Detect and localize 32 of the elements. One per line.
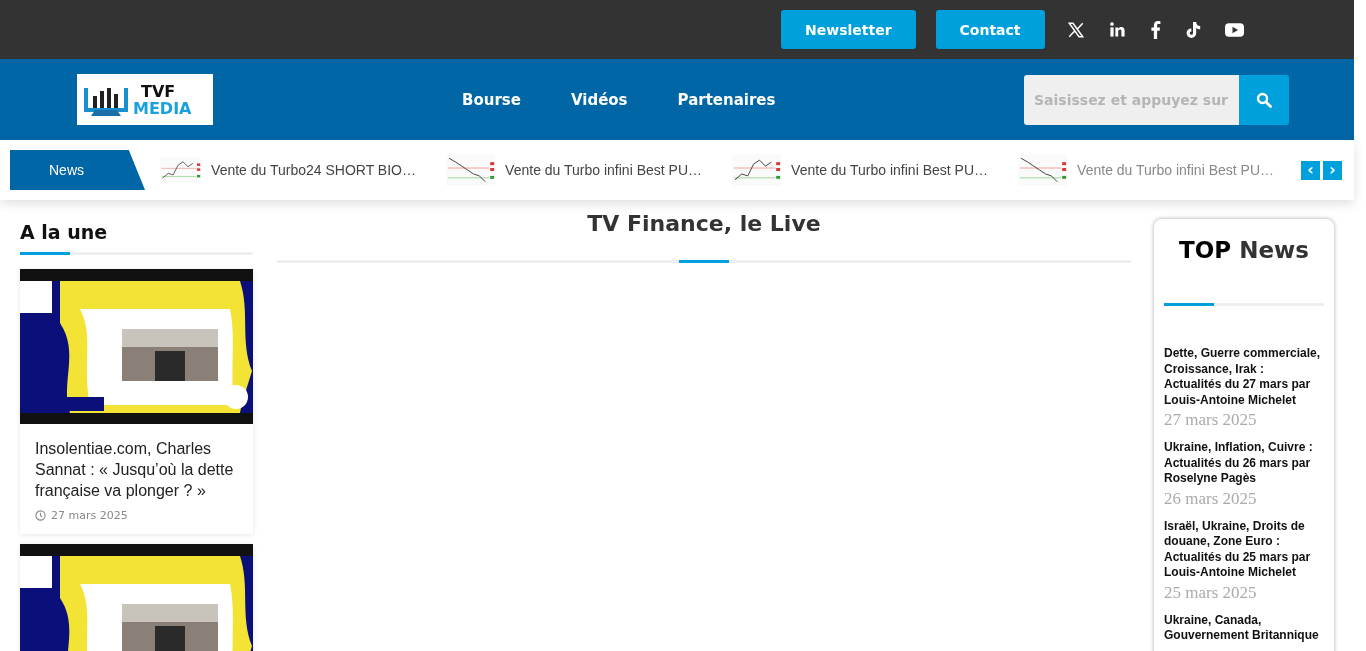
play-icon[interactable]	[1224, 22, 1244, 37]
linkedin-icon[interactable]	[1108, 21, 1126, 38]
news-link[interactable]: Dette, Guerre commerciale, Croissance, Irak : Actualités du 27 mars par Louis-Antoine Michelet	[1164, 346, 1324, 408]
nav-link[interactable]: Vidéos	[570, 90, 628, 109]
logo[interactable]: TVF MEDIA	[77, 74, 213, 125]
logo-text: MEDIA	[133, 99, 192, 117]
article-title[interactable]: Insolentiae.com, Charles Sannat : « Jusqu’où la dette française va plonger ? »	[20, 424, 253, 501]
page-title: TV Finance, le Live	[586, 210, 822, 238]
ticker-link[interactable]: Vente du Turbo24 SHORT BIO…	[211, 162, 416, 178]
section-title: A la une	[20, 220, 109, 245]
news-date: 27 mars 2025	[1164, 410, 1258, 430]
music-note-icon[interactable]	[1184, 20, 1201, 39]
search-button[interactable]	[1239, 74, 1289, 125]
news-date: 25 mars 2025	[1164, 582, 1258, 603]
clock-icon	[35, 510, 46, 521]
news-link[interactable]: Ukraine, Canada, Gouvernement Britannique	[1164, 612, 1324, 644]
news-date: 26 mars 2025	[1164, 488, 1258, 509]
news-link[interactable]: Israël, Ukraine, Droits de douane, Zone Euro : Actualités du 25 mars par Louis-Antoine Michelet	[1164, 518, 1324, 581]
nav-link[interactable]: Partenaires	[677, 90, 776, 109]
logo-text: TVF	[141, 82, 177, 100]
article-date: 27 mars 2025	[51, 509, 128, 522]
search-field[interactable]: Saisissez et appuyez sur	[1024, 74, 1239, 125]
ticker-link[interactable]: Vente du Turbo infini Best PU…	[1077, 162, 1274, 178]
section-title: TOP News	[1178, 237, 1310, 263]
news-link[interactable]: Ukraine, Inflation, Cuivre : Actualités du 26 mars par Roselyne Pagès	[1164, 440, 1324, 487]
x-icon[interactable]	[1066, 20, 1085, 39]
facebook-icon[interactable]	[1149, 20, 1161, 39]
ticker-link[interactable]: Vente du Turbo infini Best PU…	[505, 162, 702, 178]
ticker-link[interactable]: Vente du Turbo infini Best PU…	[791, 162, 988, 178]
search-icon	[1256, 91, 1272, 108]
ticker-label: News	[10, 150, 145, 190]
nav-link[interactable]: Bourse	[462, 90, 521, 109]
